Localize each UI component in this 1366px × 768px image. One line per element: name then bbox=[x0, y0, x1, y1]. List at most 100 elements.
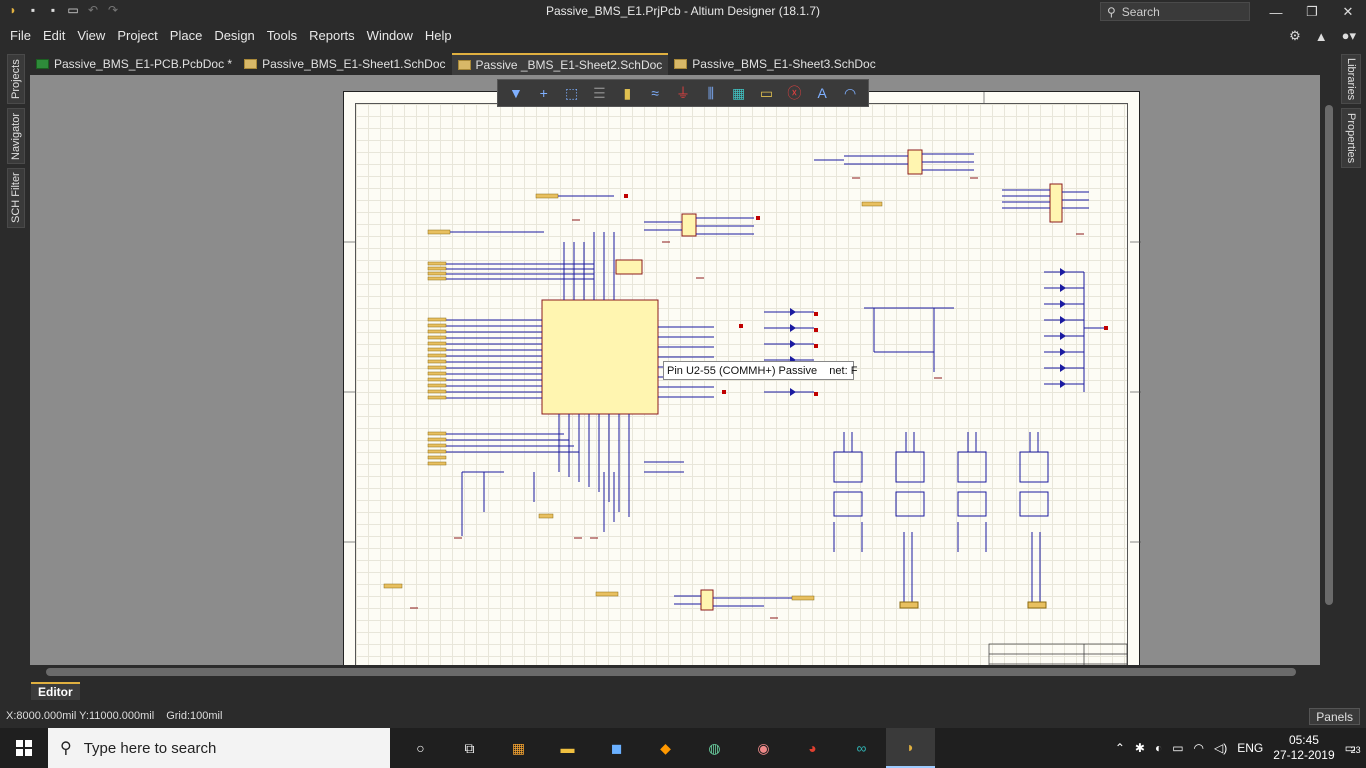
transformer-group-1 bbox=[833, 432, 863, 552]
search-icon: ⚲ bbox=[1107, 4, 1116, 19]
select-rect-icon[interactable]: ⬚ bbox=[562, 83, 582, 103]
left-panel-strip: Projects Navigator SCH Filter bbox=[0, 52, 30, 702]
diode-column bbox=[1044, 271, 1104, 392]
pin-tooltip: Pin U2-55 (COMMH+) Passive net: F bbox=[663, 361, 857, 380]
search-label: Search bbox=[1121, 4, 1160, 19]
ic-u2-top-pins bbox=[563, 232, 615, 300]
editor-tab[interactable]: Editor bbox=[31, 682, 80, 700]
globe-app-icon[interactable]: ◍ bbox=[690, 728, 739, 768]
chevron-up-icon[interactable]: ⌃ bbox=[1115, 741, 1125, 755]
save-all-icon[interactable]: ▪ bbox=[46, 3, 60, 17]
tab-sheet3[interactable]: Passive_BMS_E1-Sheet3.SchDoc bbox=[668, 53, 882, 75]
arduino-icon[interactable]: ∞ bbox=[837, 728, 886, 768]
save-icon[interactable]: ▪ bbox=[26, 3, 40, 17]
close-button[interactable]: ✕ bbox=[1330, 0, 1366, 24]
connector-bottom-1 bbox=[899, 601, 919, 609]
sch-doc-icon bbox=[674, 59, 688, 69]
bluetooth-icon[interactable]: ✱ bbox=[1135, 741, 1145, 755]
tab-sheet1[interactable]: Passive_BMS_E1-Sheet1.SchDoc bbox=[238, 53, 452, 75]
battery-icon[interactable]: ▭ bbox=[1172, 741, 1183, 755]
wifi-icon[interactable]: ◠ bbox=[1194, 741, 1204, 755]
menu-edit[interactable]: Edit bbox=[37, 24, 71, 48]
search-box[interactable]: ⚲ Search bbox=[1100, 2, 1250, 21]
start-button[interactable] bbox=[0, 728, 48, 768]
volume-icon[interactable]: ◁) bbox=[1214, 741, 1227, 755]
windows-logo-icon bbox=[16, 740, 32, 756]
paint-icon[interactable]: ◉ bbox=[739, 728, 788, 768]
menu-file[interactable]: File bbox=[4, 24, 37, 48]
panel-tab-properties[interactable]: Properties bbox=[1341, 108, 1361, 168]
file-explorer-icon[interactable]: ▬ bbox=[543, 728, 592, 768]
panel-tab-sch-filter[interactable]: SCH Filter bbox=[7, 168, 25, 228]
ic-u2-body bbox=[541, 299, 659, 415]
vertical-scroll-thumb[interactable] bbox=[1325, 105, 1333, 605]
schematic-canvas[interactable]: ▼ + ⬚ ☰ ▮ ≈ ⏚ ⫼ ▦ ▭ ⓧ A ◠ Pin U2-55 (COM… bbox=[30, 75, 1320, 665]
text-icon[interactable]: A bbox=[812, 83, 832, 103]
place-part-icon[interactable]: ▮ bbox=[617, 83, 637, 103]
active-bar-toolbar: ▼ + ⬚ ☰ ▮ ≈ ⏚ ⫼ ▦ ▭ ⓧ A ◠ bbox=[497, 79, 869, 107]
panel-tab-navigator[interactable]: Navigator bbox=[7, 108, 25, 164]
taskbar-search[interactable]: ⚲ Type here to search bbox=[48, 728, 390, 768]
menu-design[interactable]: Design bbox=[208, 24, 260, 48]
horizontal-scrollbar[interactable] bbox=[30, 665, 1320, 679]
arc-icon[interactable]: ◠ bbox=[840, 83, 860, 103]
vertical-scrollbar[interactable] bbox=[1322, 75, 1336, 665]
dev-cpp-icon[interactable]: ◼ bbox=[592, 728, 641, 768]
menu-right-tools: ⚙ ▲ ●▾ bbox=[1289, 24, 1356, 48]
menu-project[interactable]: Project bbox=[111, 24, 163, 48]
gnd-port-icon[interactable]: ⏚ bbox=[673, 83, 693, 103]
redo-icon[interactable]: ↷ bbox=[106, 3, 120, 17]
windows-taskbar: ⚲ Type here to search ○ ⧉ ▦ ▬ ◼ ◆ ◍ ◉ ◕ … bbox=[0, 728, 1366, 768]
undo-icon[interactable]: ↶ bbox=[86, 3, 100, 17]
menu-reports[interactable]: Reports bbox=[303, 24, 361, 48]
system-tray: ⌃ ✱ ◐ ▭ ◠ ◁) ENG 05:45 27-12-2019 ▭ 23 bbox=[1115, 728, 1366, 768]
wire-icon[interactable]: ≈ bbox=[645, 83, 665, 103]
chrome-icon[interactable]: ◕ bbox=[788, 728, 837, 768]
directive-icon[interactable]: ⓧ bbox=[784, 83, 804, 103]
sublime-icon[interactable]: ◆ bbox=[641, 728, 690, 768]
task-view-icon[interactable]: ⧉ bbox=[445, 728, 494, 768]
language-indicator[interactable]: ENG bbox=[1237, 741, 1263, 755]
horizontal-scroll-thumb[interactable] bbox=[46, 668, 1296, 676]
menu-help[interactable]: Help bbox=[419, 24, 458, 48]
notification-bell-icon[interactable]: ▲ bbox=[1315, 29, 1328, 44]
transformer-group-4 bbox=[1019, 432, 1049, 602]
maximize-button[interactable]: ❐ bbox=[1294, 0, 1330, 24]
align-icon[interactable]: ☰ bbox=[589, 83, 609, 103]
crosshair-icon[interactable]: + bbox=[534, 83, 554, 103]
cortana-icon[interactable]: ○ bbox=[396, 728, 445, 768]
transformer-group-2 bbox=[895, 432, 925, 602]
search-icon: ⚲ bbox=[60, 740, 72, 757]
right-panel-strip: Libraries Properties bbox=[1336, 52, 1366, 702]
network-icon[interactable]: ◐ bbox=[1155, 741, 1162, 755]
minimize-button[interactable]: — bbox=[1258, 0, 1294, 24]
altium-taskbar-icon[interactable]: ◗ bbox=[886, 728, 935, 768]
clock[interactable]: 05:45 27-12-2019 bbox=[1273, 733, 1334, 763]
menu-window[interactable]: Window bbox=[361, 24, 419, 48]
gear-icon[interactable]: ⚙ bbox=[1289, 28, 1301, 44]
user-icon[interactable]: ●▾ bbox=[1342, 28, 1356, 44]
notifications-icon[interactable]: ▭ 23 bbox=[1345, 741, 1361, 755]
tab-pcb-doc[interactable]: Passive_BMS_E1-PCB.PcbDoc * bbox=[30, 53, 239, 75]
sch-doc-icon bbox=[457, 60, 471, 70]
menu-view[interactable]: View bbox=[71, 24, 111, 48]
tab-label: Passive_BMS_E1-Sheet1.SchDoc bbox=[262, 57, 446, 71]
open-icon[interactable]: ▭ bbox=[66, 3, 80, 17]
net-label-icon[interactable]: ▭ bbox=[757, 83, 777, 103]
bus-icon[interactable]: ⫼ bbox=[701, 83, 721, 103]
panel-tab-libraries[interactable]: Libraries bbox=[1341, 54, 1361, 104]
panels-button[interactable]: Panels bbox=[1309, 708, 1360, 725]
diode-column-symbols bbox=[1060, 268, 1066, 388]
connector-comms bbox=[700, 589, 714, 611]
menu-tools[interactable]: Tools bbox=[261, 24, 303, 48]
tab-sheet2[interactable]: Passive _BMS_E1-Sheet2.SchDoc bbox=[451, 53, 669, 75]
menu-bar: File Edit View Project Place Design Tool… bbox=[0, 24, 1366, 48]
store-icon[interactable]: ▦ bbox=[494, 728, 543, 768]
harness-icon[interactable]: ▦ bbox=[729, 83, 749, 103]
title-block bbox=[988, 643, 1128, 665]
sch-doc-icon bbox=[244, 59, 258, 69]
filter-icon[interactable]: ▼ bbox=[506, 83, 526, 103]
notification-count: 23 bbox=[1350, 745, 1361, 755]
panel-tab-projects[interactable]: Projects bbox=[7, 54, 25, 104]
menu-place[interactable]: Place bbox=[164, 24, 209, 48]
